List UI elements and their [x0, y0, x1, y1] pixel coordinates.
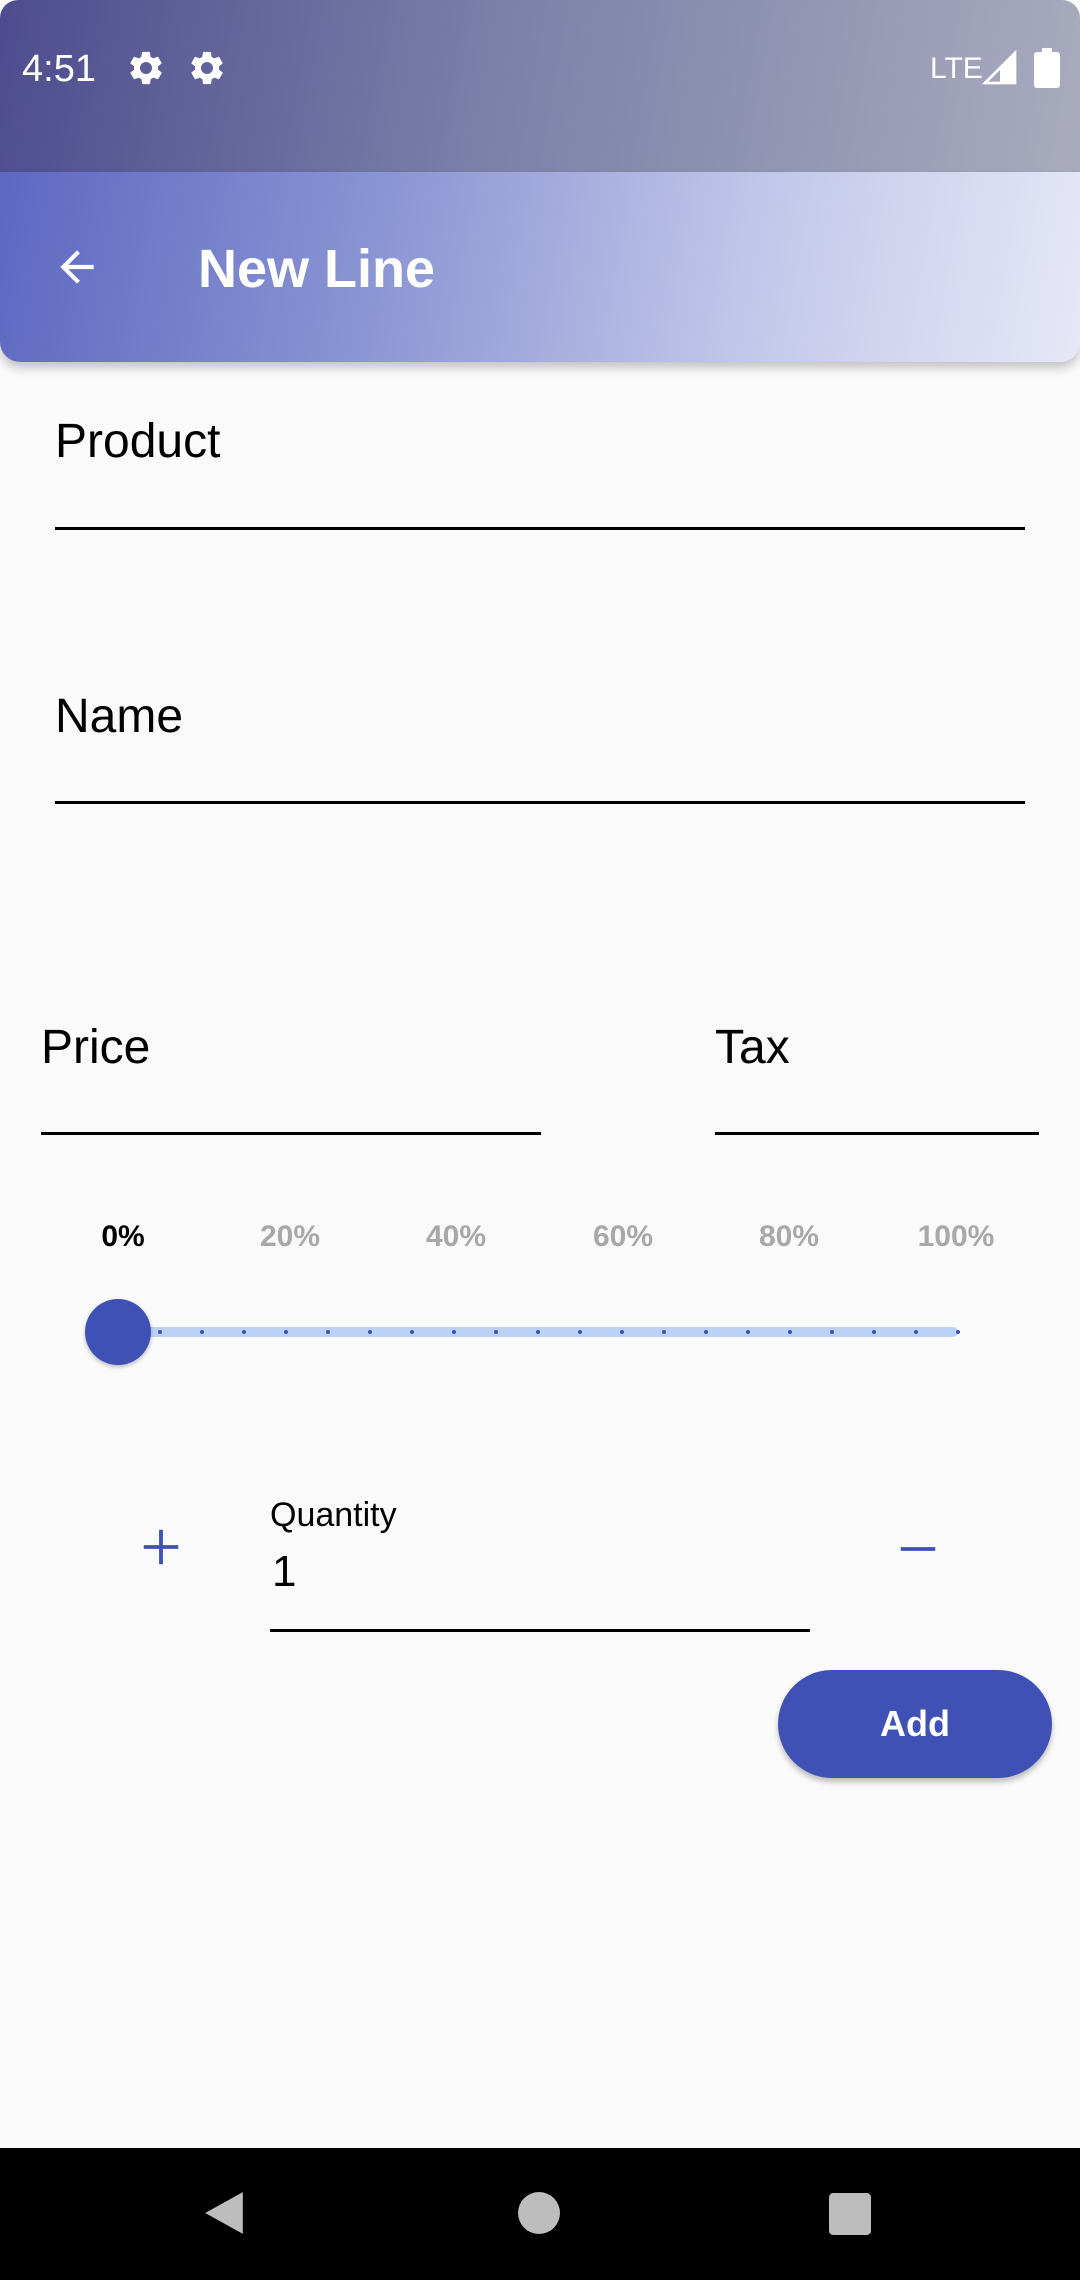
quantity-field[interactable]: Quantity 1 — [270, 1492, 810, 1632]
slider-label-0: 0% — [101, 1220, 145, 1253]
slider-tick — [242, 1330, 246, 1334]
slider-tick — [620, 1330, 624, 1334]
slider-tick — [872, 1330, 876, 1334]
slider-thumb[interactable] — [85, 1299, 151, 1365]
recents-square-icon[interactable] — [829, 2193, 871, 2235]
slider-tick — [578, 1330, 582, 1334]
quantity-underline — [270, 1629, 810, 1632]
slider-tick — [326, 1330, 330, 1334]
product-field[interactable]: Product — [55, 410, 1025, 534]
slider-ticks — [118, 1310, 960, 1354]
arrow-left-icon[interactable] — [50, 242, 104, 292]
slider-tick — [536, 1330, 540, 1334]
name-underline — [55, 801, 1025, 804]
name-field[interactable]: Name — [55, 685, 1025, 809]
quantity-value: 1 — [272, 1547, 297, 1596]
minus-icon[interactable] — [895, 1526, 941, 1572]
slider-label-100: 100% — [917, 1220, 995, 1253]
app-bar — [0, 172, 1080, 362]
page-title: New Line — [198, 239, 436, 299]
slider-tick — [914, 1330, 918, 1334]
price-field[interactable]: Price — [41, 1016, 541, 1136]
slider-tick — [704, 1330, 708, 1334]
slider-tick — [452, 1330, 456, 1334]
quantity-label: Quantity — [270, 1496, 397, 1534]
network-type: LTE — [930, 52, 983, 85]
home-circle-icon[interactable] — [518, 2192, 560, 2234]
tax-label: Tax — [715, 1021, 790, 1074]
slider-tick — [410, 1330, 414, 1334]
slider-tick — [746, 1330, 750, 1334]
discount-slider[interactable] — [118, 1310, 960, 1354]
price-underline — [41, 1132, 541, 1135]
status-time: 4:51 — [22, 48, 96, 90]
product-underline — [55, 527, 1025, 530]
tax-field[interactable]: Tax — [715, 1016, 1039, 1136]
slider-tick — [158, 1330, 162, 1334]
tax-underline — [715, 1132, 1039, 1135]
slider-tick — [662, 1330, 666, 1334]
back-triangle-icon[interactable] — [203, 2190, 245, 2236]
product-label: Product — [55, 415, 221, 468]
slider-tick — [956, 1330, 960, 1334]
gear-icon — [130, 51, 162, 85]
slider-tick — [788, 1330, 792, 1334]
gear-icon — [191, 51, 223, 85]
price-label: Price — [41, 1021, 151, 1074]
slider-label-80: 80% — [758, 1220, 820, 1253]
add-button[interactable]: Add — [778, 1670, 1052, 1778]
slider-label-60: 60% — [592, 1220, 654, 1253]
plus-icon[interactable] — [138, 1524, 184, 1570]
slider-tick — [284, 1330, 288, 1334]
battery-icon — [1034, 48, 1060, 88]
slider-tick — [830, 1330, 834, 1334]
slider-label-20: 20% — [259, 1220, 321, 1253]
signal-icon — [982, 50, 1017, 85]
name-label: Name — [55, 690, 184, 743]
slider-label-40: 40% — [425, 1220, 487, 1253]
slider-tick — [494, 1330, 498, 1334]
slider-tick — [200, 1330, 204, 1334]
slider-tick — [368, 1330, 372, 1334]
